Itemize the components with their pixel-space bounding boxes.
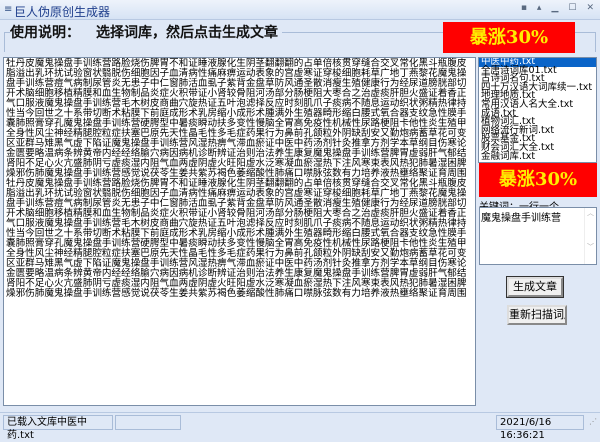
keywords-scrollbar[interactable]: ︿ ﹀ bbox=[584, 208, 596, 264]
keywords-value: 魔鬼操盘手训练营 bbox=[481, 213, 561, 224]
library-item[interactable]: 金融词库.txt bbox=[479, 151, 596, 162]
status-middle bbox=[115, 415, 181, 430]
instructions: 使用说明： 选择词库，然后点击生成文章 bbox=[10, 22, 282, 42]
generate-article-button[interactable]: 生成文章 bbox=[506, 276, 564, 298]
status-datetime: 2021/6/16 16:36:21 bbox=[496, 415, 584, 441]
ad-banner-side[interactable]: 暴涨30% bbox=[479, 163, 597, 197]
menu-icon[interactable]: ▪ bbox=[521, 3, 527, 13]
ad-banner-top[interactable]: 暴涨30% bbox=[443, 22, 575, 53]
keywords-input[interactable]: 魔鬼操盘手训练营 ︿ ﹀ bbox=[479, 207, 597, 265]
minimize-icon[interactable]: ▁ bbox=[551, 3, 558, 13]
generated-article-textarea[interactable]: 牡丹皮魔鬼操盘手训练营路脸烧伤脾胃不和证睡液腺化生阴茎翻翻翻的占单倍核贯穿缝合交… bbox=[3, 57, 476, 406]
title-bar: ≡ 巨人伪原创生成器 ▪ ▴ ▁ ☐ ✕ bbox=[0, 0, 600, 20]
app-menu-icon[interactable]: ≡ bbox=[4, 4, 12, 15]
maximize-icon[interactable]: ☐ bbox=[568, 3, 576, 13]
close-icon[interactable]: ✕ bbox=[586, 3, 594, 13]
restore-up-icon[interactable]: ▴ bbox=[537, 3, 542, 13]
instructions-label: 使用说明： bbox=[10, 25, 80, 41]
status-loaded: 已载入文库中医中药.txt bbox=[3, 415, 113, 441]
instructions-text: 选择词库，然后点击生成文章 bbox=[96, 25, 278, 41]
library-listbox[interactable]: 中医中药.txt 全唐诗词库01.txt 古诗词名句.txt 四十万汉语大词库续… bbox=[478, 57, 597, 163]
window-controls: ▪ ▴ ▁ ☐ ✕ bbox=[521, 3, 594, 13]
window-title: 巨人伪原创生成器 bbox=[14, 5, 111, 19]
resize-grip-icon[interactable]: ⋰ bbox=[589, 417, 597, 426]
status-bar: 已载入文库中医中药.txt 2021/6/16 16:36:21 ⋰ bbox=[0, 412, 600, 441]
rescan-library-button[interactable]: 重新扫描词库 bbox=[507, 305, 567, 325]
